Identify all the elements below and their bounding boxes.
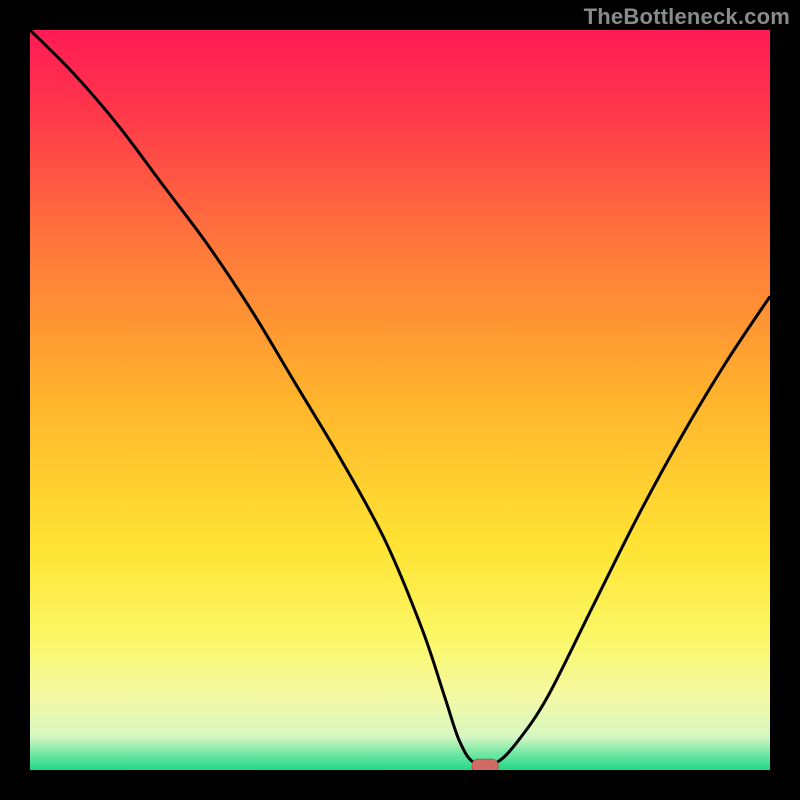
chart-frame: TheBottleneck.com (0, 0, 800, 800)
gradient-background (30, 30, 770, 770)
plot-area (30, 30, 770, 770)
optimal-point-marker (472, 759, 498, 770)
plot-svg (30, 30, 770, 770)
watermark-text: TheBottleneck.com (584, 4, 790, 30)
